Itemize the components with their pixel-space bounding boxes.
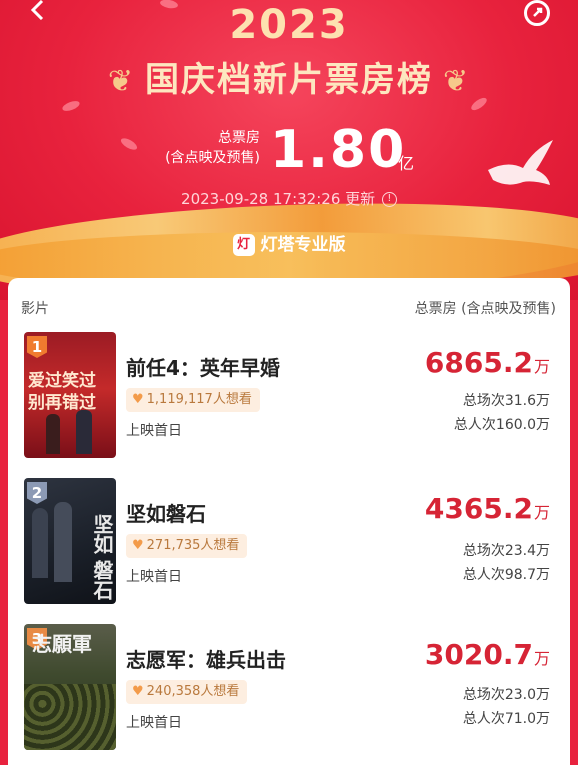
total-showings: 总场次23.0万: [462, 687, 550, 703]
movie-poster[interactable]: 3 志願軍: [24, 624, 116, 750]
want-count: 1,119,117人想看: [146, 392, 252, 407]
petal-decoration: [61, 99, 81, 113]
page-title: ❦ 国庆档新片票房榜 ❦: [0, 52, 578, 101]
movie-row[interactable]: 2 坚如 磐石 坚如磐石 ♥ 271,735人想看 上映首日 4365.2万 总场…: [8, 478, 570, 618]
column-box-office: 总票房 (含点映及预售): [414, 301, 556, 317]
release-day: 上映首日: [126, 569, 182, 585]
poster-title: 志願軍: [32, 632, 92, 656]
total-label-line2: (含点映及预售): [165, 150, 260, 166]
poster-figure: [76, 410, 92, 454]
box-office: 6865.2万: [425, 346, 550, 379]
laurel-left-icon: ❦: [107, 64, 135, 99]
brand-logo-icon: 灯: [232, 234, 255, 256]
movie-title[interactable]: 前任4：英年早婚: [126, 352, 280, 381]
want-badge: ♥ 240,358人想看: [126, 680, 248, 704]
heart-icon: ♥: [132, 538, 144, 553]
release-day: 上映首日: [126, 423, 182, 439]
box-office-value: 4365.2: [424, 492, 533, 525]
box-office-unit: 万: [533, 357, 550, 376]
movie-row[interactable]: 1 爱过笑过 别再错过 前任4：英年早婚 ♥ 1,119,117人想看 上映首日 …: [8, 332, 570, 472]
ranking-card: 影片 总票房 (含点映及预售) 1 爱过笑过 别再错过 前任4：英年早婚 ♥ 1,…: [8, 278, 570, 765]
poster-field: [24, 684, 116, 750]
want-count: 271,735人想看: [146, 538, 240, 553]
rank-badge: 2: [27, 482, 47, 504]
want-badge: ♥ 271,735人想看: [126, 534, 248, 558]
petal-decoration: [119, 136, 139, 152]
want-badge: ♥ 1,119,117人想看: [126, 388, 260, 412]
total-showings: 总场次31.6万: [462, 393, 550, 409]
box-office-unit: 万: [533, 649, 550, 668]
poster-figure: [54, 502, 72, 582]
box-office: 3020.7万: [425, 638, 550, 671]
total-box-office: 总票房 (含点映及预售) 1.80 亿: [160, 120, 460, 180]
column-header: 影片 总票房 (含点映及预售): [8, 278, 570, 330]
poster-figure: [46, 414, 60, 454]
box-office-value: 6865.2: [424, 346, 533, 379]
laurel-right-icon: ❦: [443, 64, 471, 99]
box-office-unit: 万: [533, 503, 550, 522]
movie-title[interactable]: 志愿军：雄兵出击: [126, 644, 286, 673]
updated-time: 2023-09-28 17:32:26 更新 !: [0, 188, 578, 209]
poster-title: 磐石: [90, 560, 114, 600]
total-value: 1.80: [270, 120, 407, 180]
brand: 灯灯塔专业版: [0, 230, 578, 256]
updated-timestamp: 2023-09-28 17:32:26: [181, 190, 341, 208]
release-day: 上映首日: [126, 715, 182, 731]
total-label-line1: 总票房: [218, 130, 260, 146]
total-viewers: 总人次98.7万: [462, 567, 550, 583]
box-office-value: 3020.7: [424, 638, 533, 671]
movie-row[interactable]: 3 志願軍 志愿军：雄兵出击 ♥ 240,358人想看 上映首日 3020.7万 …: [8, 624, 570, 764]
total-showings: 总场次23.4万: [462, 543, 550, 559]
total-unit: 亿: [398, 154, 415, 173]
info-icon[interactable]: !: [381, 192, 397, 207]
page-title-text: 国庆档新片票房榜: [145, 60, 433, 100]
heart-icon: ♥: [132, 684, 144, 699]
movie-poster[interactable]: 2 坚如 磐石: [24, 478, 116, 604]
header-banner: 2023 ❦ 国庆档新片票房榜 ❦ 总票房 (含点映及预售) 1.80 亿 2023…: [0, 0, 578, 300]
box-office: 4365.2万: [425, 492, 550, 525]
poster-figure: [32, 508, 48, 578]
heart-icon: ♥: [132, 392, 144, 407]
movie-poster[interactable]: 1 爱过笑过 别再错过: [24, 332, 116, 458]
rank-badge: 1: [27, 336, 47, 358]
updated-label: 更新: [345, 190, 376, 208]
year-title: 2023: [229, 2, 349, 48]
movie-title[interactable]: 坚如磐石: [126, 498, 206, 527]
poster-title: 坚如: [90, 514, 114, 554]
want-count: 240,358人想看: [146, 684, 240, 699]
total-viewers: 总人次160.0万: [453, 417, 550, 433]
brand-name: 灯塔专业版: [260, 235, 346, 255]
column-movie: 影片: [21, 301, 49, 317]
total-viewers: 总人次71.0万: [462, 711, 550, 727]
total-label: 总票房 (含点映及预售): [160, 128, 260, 168]
